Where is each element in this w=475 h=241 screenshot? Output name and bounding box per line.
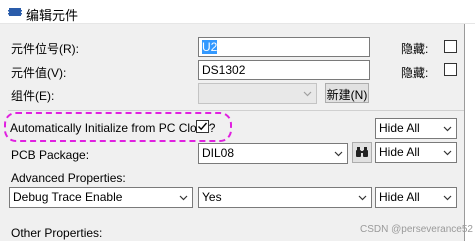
auto-init-visibility-dropdown[interactable]: Hide All bbox=[375, 118, 457, 139]
advanced-property-dropdown[interactable]: Debug Trace Enable bbox=[9, 187, 193, 208]
pcb-package-visibility-value: Hide All bbox=[379, 145, 420, 159]
refdes-label: 元件位号(R): bbox=[11, 42, 79, 56]
auto-init-checkbox[interactable] bbox=[196, 120, 209, 133]
refdes-hidden-label: 隐藏: bbox=[401, 42, 429, 56]
advanced-value-dropdown[interactable]: Yes bbox=[198, 187, 372, 208]
advanced-properties-label: Advanced Properties: bbox=[11, 171, 126, 185]
group-dropdown[interactable] bbox=[198, 83, 317, 104]
chevron-down-icon bbox=[334, 151, 343, 157]
new-group-button[interactable]: 新建(N) bbox=[325, 83, 369, 103]
chevron-down-icon bbox=[443, 195, 452, 201]
dialog-title: 编辑元件 bbox=[26, 8, 79, 23]
group-label: 组件(E): bbox=[11, 89, 55, 103]
value-label: 元件值(V): bbox=[11, 66, 67, 80]
pcb-package-value: DIL08 bbox=[202, 146, 235, 160]
advanced-property-value: Debug Trace Enable bbox=[13, 190, 123, 204]
refdes-hidden-checkbox[interactable] bbox=[444, 40, 457, 53]
auto-init-visibility-value: Hide All bbox=[379, 121, 420, 135]
chevron-down-icon bbox=[179, 195, 188, 201]
watermark: CSDN @perseverance52 bbox=[360, 224, 473, 235]
chevron-down-icon bbox=[358, 195, 367, 201]
chevron-down-icon bbox=[303, 91, 312, 97]
pcb-package-dropdown[interactable]: DIL08 bbox=[198, 143, 348, 164]
refdes-value: U2 bbox=[202, 40, 218, 54]
value-input[interactable]: DS1302 bbox=[198, 60, 370, 80]
pcb-package-visibility-dropdown[interactable]: Hide All bbox=[375, 142, 457, 163]
refdes-input[interactable]: U2 bbox=[198, 37, 370, 57]
chevron-down-icon bbox=[443, 126, 452, 132]
advanced-value: Yes bbox=[202, 190, 222, 204]
advanced-visibility-value: Hide All bbox=[379, 190, 420, 204]
other-properties-label: Other Properties: bbox=[11, 226, 103, 240]
advanced-visibility-dropdown[interactable]: Hide All bbox=[375, 187, 457, 208]
right-edge-panel bbox=[464, 24, 475, 241]
value-hidden-checkbox[interactable] bbox=[444, 63, 457, 76]
binoculars-icon bbox=[356, 147, 368, 157]
pcb-package-label: PCB Package: bbox=[11, 148, 90, 162]
package-picker-button[interactable] bbox=[352, 142, 372, 163]
component-edit-icon bbox=[8, 8, 22, 16]
chevron-down-icon bbox=[443, 150, 452, 156]
value-hidden-label: 隐藏: bbox=[401, 66, 429, 80]
auto-init-label: Automatically Initialize from PC Clock? bbox=[10, 121, 216, 135]
separator bbox=[8, 110, 464, 111]
checkmark-icon bbox=[198, 122, 208, 131]
